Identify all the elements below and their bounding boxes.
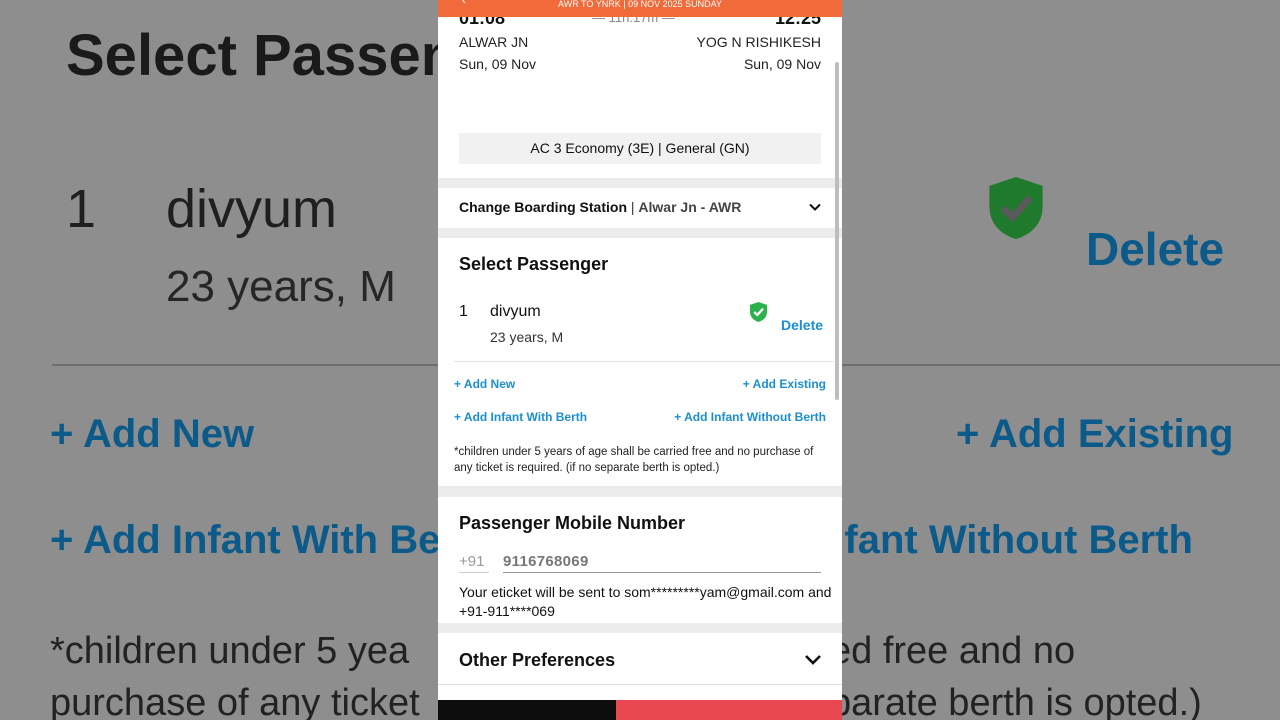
route-header-bar: ‹ AWR TO YNRK | 09 NOV 2025 SUNDAY xyxy=(438,0,842,17)
add-infant-with-berth-link[interactable]: + Add Infant With Berth xyxy=(454,410,587,424)
depart-date: Sun, 09 Nov xyxy=(459,56,537,72)
add-new-passenger-link[interactable]: + Add New xyxy=(454,377,515,391)
route-header-text: AWR TO YNRK | 09 NOV 2025 SUNDAY xyxy=(558,0,722,9)
bg-add-new: + Add New xyxy=(50,412,255,456)
mobile-input-underline xyxy=(503,572,821,573)
bg-passenger-age: 23 years, M xyxy=(166,262,396,311)
boarding-station-value: Alwar Jn - AWR xyxy=(638,199,742,215)
journey-card: 01:08 — 11h:17m — 12:25 ALWAR JN YOG N R… xyxy=(438,0,842,178)
phone-screen: 01:08 — 11h:17m — 12:25 ALWAR JN YOG N R… xyxy=(438,0,842,720)
from-station: ALWAR JN xyxy=(459,34,529,50)
passenger-name[interactable]: divyum xyxy=(490,303,541,321)
class-quota-badge: AC 3 Economy (3E) | General (GN) xyxy=(459,133,821,164)
bg-note-left-2: purchase of any ticket xyxy=(50,682,420,720)
passenger-age: 23 years, M xyxy=(490,329,564,345)
chevron-down-icon[interactable] xyxy=(808,200,822,214)
bg-add-infant-with-berth: + Add Infant With Be xyxy=(50,518,441,562)
boarding-separator: | xyxy=(627,199,639,215)
bg-note-right-2: parate berth is opted.) xyxy=(830,682,1202,720)
bg-passenger-name: divyum xyxy=(166,179,338,239)
other-preferences-section[interactable]: Other Preferences xyxy=(438,633,842,685)
verified-shield-icon xyxy=(749,302,768,322)
bg-delete-text: Delete xyxy=(1086,223,1225,275)
bg-passenger-number: 1 xyxy=(66,179,97,239)
mobile-title: Passenger Mobile Number xyxy=(459,513,686,533)
country-code: +91 xyxy=(459,553,485,570)
change-boarding-station[interactable]: Change Boarding Station | Alwar Jn - AWR xyxy=(438,188,842,228)
back-arrow-icon[interactable]: ‹ xyxy=(462,0,466,6)
eticket-note: Your eticket will be sent to som********… xyxy=(459,584,832,619)
scrollbar[interactable] xyxy=(835,62,839,400)
delete-passenger-button[interactable]: Delete xyxy=(781,317,823,333)
select-passenger-title: Select Passenger xyxy=(459,254,609,274)
mobile-number-input[interactable]: 9116768069 xyxy=(503,553,589,570)
bg-add-infant-without-berth: nfant Without Berth xyxy=(820,518,1193,562)
bottom-bar-continue[interactable] xyxy=(616,700,842,720)
bg-note-right-1: ed free and no xyxy=(830,630,1076,672)
bg-add-existing: + Add Existing xyxy=(956,412,1234,456)
add-infant-without-berth-link[interactable]: + Add Infant Without Berth xyxy=(674,410,826,424)
to-station: YOG N RISHIKESH xyxy=(696,34,821,50)
arrive-date: Sun, 09 Nov xyxy=(743,56,821,72)
divider xyxy=(454,361,834,362)
select-passenger-card: Select Passenger 1 divyum 23 years, M De… xyxy=(438,238,842,486)
passenger-number: 1 xyxy=(459,303,468,320)
bottom-bar-left[interactable] xyxy=(438,700,616,720)
bg-note-left-1: *children under 5 yea xyxy=(50,630,410,672)
add-existing-passenger-link[interactable]: + Add Existing xyxy=(743,377,826,391)
boarding-label: Change Boarding Station xyxy=(459,199,627,215)
passenger-mobile-card: Passenger Mobile Number +91 9116768069 Y… xyxy=(438,497,842,623)
bg-verified-shield-icon xyxy=(986,174,1046,242)
other-preferences-title: Other Preferences xyxy=(459,650,616,670)
children-note: *children under 5 years of age shall be … xyxy=(454,446,814,474)
chevron-down-icon[interactable] xyxy=(804,652,822,668)
